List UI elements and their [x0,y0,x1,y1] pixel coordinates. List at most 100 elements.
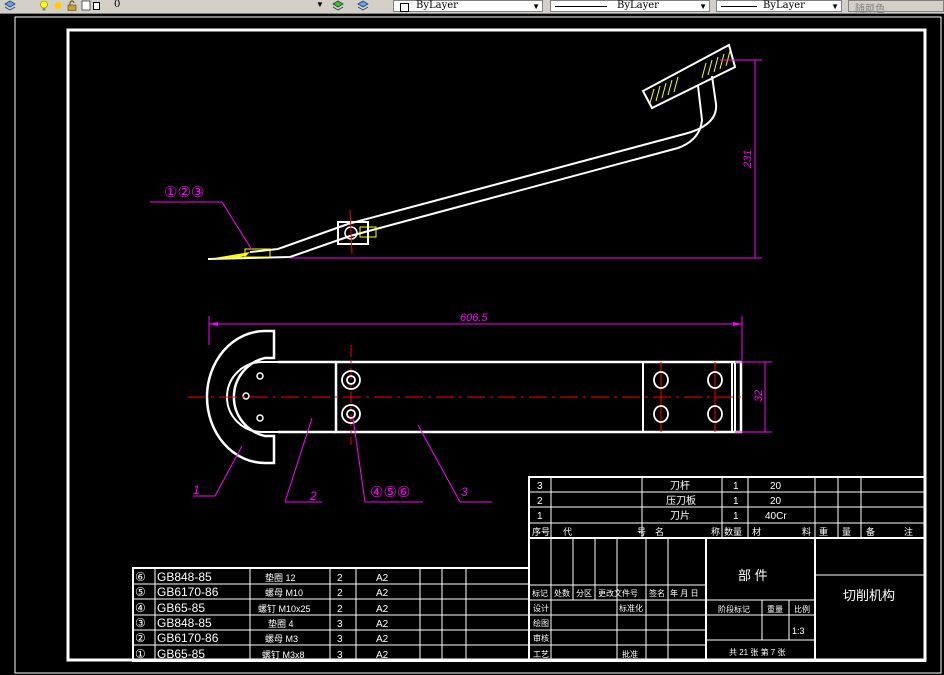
plotstyle-control-dropdown[interactable]: 随颜色 [848,0,944,15]
std-row-no: ④ [135,601,146,615]
bar-lower-edge [207,85,704,260]
tb-process: 工艺 [533,650,549,659]
chevron-down-icon: ▼ [699,2,707,11]
std-row-name: 螺母 M10 [265,588,303,598]
std-row-mat: A2 [376,619,389,630]
header-note2: 注 [904,526,913,537]
bar-upper-edge [249,75,718,253]
header-qty: 数量 [724,526,742,537]
rev-sign: 签名 [649,588,665,598]
color-swatch [400,3,409,12]
front-view: ①②③ 231 [150,43,762,260]
chevron-down-icon: ▼ [831,2,839,11]
tb-scale-value: 1:3 [792,626,805,636]
rev-count: 处数 [554,588,570,598]
std-row-mat: A2 [376,650,389,661]
header-code: 代 [563,527,572,537]
part-row-no: 2 [537,496,543,507]
part-row-name: 刀片 [670,509,690,522]
layer-previous-icon[interactable] [357,0,369,11]
callout-leader [221,201,253,251]
tb-stage: 阶段标记 [718,604,750,614]
rev-mark: 标记 [532,588,548,598]
std-row-no: ⑥ [135,570,146,584]
std-row-qty: 2 [337,588,343,599]
layer-dropdown-arrow[interactable]: ▼ [316,0,324,12]
std-row-code: GB6170-86 [157,585,219,599]
sun-icon[interactable] [52,0,64,11]
std-row-code: GB65-85 [157,647,205,661]
callout-2: 2 [309,489,317,503]
lineweight-preview [721,6,757,7]
lineweight-control-value: ByLayer [763,0,805,11]
std-row-mat: A2 [376,588,389,599]
header-material2: 料 [802,526,811,537]
lineweight-control-dropdown[interactable]: ByLayer ▼ [716,0,842,12]
part-row-qty: 1 [733,481,739,492]
properties-toolbar: 0 ▼ ByLayer ▼ ByLayer ▼ ByLayer ▼ 随颜色 [0,0,944,15]
header-note: 备 [866,526,875,537]
part-row-material: 20 [770,481,782,492]
part-row-name: 压刀板 [666,494,696,507]
std-row-qty: 2 [337,604,343,615]
callout-3: 3 [461,485,468,499]
drawing-canvas[interactable]: ①②③ 231 606.5 32 1 2 ④⑤⑥ 3 3 刀杆 1 20 2 压… [0,14,944,675]
layers-icon[interactable] [4,0,16,11]
std-row-no: ⑤ [135,585,146,599]
std-row-no: ① [135,647,146,661]
chevron-down-icon: ▼ [532,2,540,11]
std-row-qty: 3 [337,634,343,645]
rev-zone: 分区 [576,589,592,598]
part-row-no: 3 [537,481,543,492]
plotstyle-control-value: 随颜色 [855,4,885,15]
plot-icon[interactable] [80,0,92,11]
make-current-layer-icon[interactable] [332,0,344,11]
std-row-code: GB6170-86 [157,631,219,645]
tb-sheets: 共 21 张 第 7 张 [729,647,785,657]
rev-doc: 更改文件号 [598,588,638,598]
tb-approve: 批准 [622,649,638,659]
tb-weight: 重量 [767,604,783,614]
linetype-control-dropdown[interactable]: ByLayer ▼ [550,0,710,12]
width-dim-text: 32 [753,390,765,402]
header-material: 材 [752,526,761,537]
std-row-qty: 2 [337,573,343,584]
tb-scale: 比例 [794,604,810,614]
top-view: 606.5 32 1 2 ④⑤⑥ 3 [188,312,772,503]
lock-icon[interactable] [66,0,78,11]
std-row-code: GB848-85 [157,570,212,584]
top-clamp-hatch [649,50,731,104]
linetype-preview [555,6,607,7]
std-row-code: GB848-85 [157,616,212,630]
lightbulb-icon[interactable] [38,0,50,11]
tb-part-label: 部 件 [738,568,768,583]
layer-name: 0 [114,0,121,10]
color-control-dropdown[interactable]: ByLayer ▼ [393,0,543,12]
std-row-name: 螺钉 M10x25 [258,604,311,614]
linetype-control-value: ByLayer [617,0,659,11]
layer-color-swatch[interactable] [93,2,100,10]
header-name2: 称 [711,526,720,537]
part-row-material: 40Cr [765,511,787,522]
header-no: 序号 [532,526,550,537]
tb-standard: 标准化 [619,603,643,613]
rev-date: 年 月 日 [670,588,698,598]
drawing-frame [66,28,927,662]
std-row-name: 垫圈 12 [265,572,296,583]
header-weight: 重 [819,526,828,537]
callout-1: 1 [193,483,200,497]
part-row-qty: 1 [733,496,739,507]
std-row-qty: 3 [337,650,343,661]
tb-drawn: 绘图 [533,618,549,628]
part-row-no: 1 [537,511,543,522]
std-row-mat: A2 [376,634,389,645]
std-row-mat: A2 [376,604,389,615]
color-control-value: ByLayer [416,0,458,11]
std-row-mat: A2 [376,573,389,584]
part-row-qty: 1 [733,511,739,522]
header-code2: 号 [637,527,646,537]
parts-list [528,476,926,662]
header-name: 名 [655,526,664,537]
header-weight2: 量 [842,527,851,537]
part-row-material: 20 [770,496,782,507]
